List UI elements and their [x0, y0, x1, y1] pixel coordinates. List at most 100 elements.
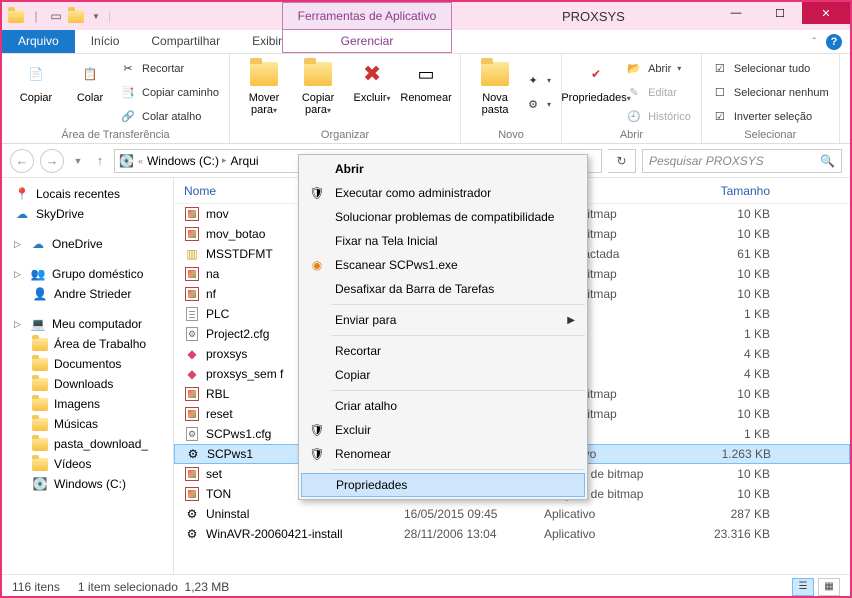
file-icon: ▥ — [184, 246, 200, 262]
copy-button[interactable]: 📄 Copiar — [12, 58, 60, 127]
folder-icon-2[interactable] — [68, 8, 84, 24]
copy-icon: 📄 — [20, 58, 52, 90]
maximize-button[interactable]: ☐ — [758, 2, 802, 24]
properties-icon: ✔ — [580, 58, 612, 90]
tree-desktop[interactable]: Área de Trabalho — [6, 334, 169, 354]
tab-file[interactable]: Arquivo — [2, 30, 75, 53]
tree-onedrive[interactable]: ▷☁OneDrive — [6, 234, 169, 254]
file-row[interactable]: ⚙Uninstal16/05/2015 09:45Aplicativo287 K… — [174, 504, 850, 524]
up-button[interactable]: ↑ — [92, 149, 108, 173]
file-icon: ⚙ — [185, 446, 201, 462]
file-name: set — [206, 467, 222, 481]
ctx-send-to[interactable]: Enviar para▶ — [301, 308, 585, 332]
tab-manage[interactable]: Gerenciar — [282, 30, 452, 53]
tree-images[interactable]: Imagens — [6, 394, 169, 414]
ctx-create-shortcut[interactable]: Criar atalho — [301, 394, 585, 418]
ctx-run-admin[interactable]: 🛡Executar como administrador — [301, 181, 585, 205]
properties-icon[interactable]: ▭ — [48, 8, 64, 24]
folder-icon — [32, 416, 48, 432]
easy-access-button[interactable]: ⚙▾ — [525, 95, 551, 115]
file-size: 10 KB — [694, 487, 784, 501]
recent-dropdown[interactable]: ▼ — [70, 149, 86, 173]
ctx-troubleshoot[interactable]: Solucionar problemas de compatibilidade — [301, 205, 585, 229]
file-name: WinAVR-20060421-install — [206, 527, 343, 541]
move-to-button[interactable]: Mover para▾ — [240, 58, 288, 127]
file-size: 61 KB — [694, 247, 784, 261]
tree-skydrive[interactable]: ☁SkyDrive — [6, 204, 169, 224]
submenu-arrow-icon: ▶ — [567, 315, 575, 326]
ctx-cut[interactable]: Recortar — [301, 339, 585, 363]
select-none-button[interactable]: ☐Selecionar nenhum — [712, 83, 829, 103]
folder-icon — [32, 356, 48, 372]
skydrive-icon: ☁ — [14, 206, 30, 222]
file-size: 10 KB — [694, 207, 784, 221]
file-name: reset — [206, 407, 233, 421]
ctx-rename[interactable]: 🛡Renomear — [301, 442, 585, 466]
select-all-button[interactable]: ☑Selecionar tudo — [712, 59, 829, 79]
ctx-scan[interactable]: ◉Escanear SCPws1.exe — [301, 253, 585, 277]
search-input[interactable]: Pesquisar PROXSYS 🔍 — [642, 149, 842, 173]
help-icon[interactable]: ? — [826, 34, 842, 50]
ctx-properties[interactable]: Propriedades — [301, 473, 585, 497]
ctx-open[interactable]: Abrir — [301, 157, 585, 181]
paste-shortcut-button[interactable]: 🔗Colar atalho — [120, 107, 219, 127]
close-button[interactable]: ✕ — [802, 2, 850, 24]
tree-documents[interactable]: Documentos — [6, 354, 169, 374]
history-icon: 🕘 — [626, 109, 642, 125]
cut-button[interactable]: ✂Recortar — [120, 59, 219, 79]
file-icon — [184, 206, 200, 222]
window-title: PROXSYS — [562, 9, 625, 24]
back-button[interactable]: ← — [10, 149, 34, 173]
tree-c-drive[interactable]: 💽Windows (C:) — [6, 474, 169, 494]
minimize-button[interactable]: — — [714, 2, 758, 24]
copy-path-button[interactable]: 📑Copiar caminho — [120, 83, 219, 103]
properties-button[interactable]: ✔ Propriedades▾ — [572, 58, 620, 127]
tree-downloads[interactable]: Downloads — [6, 374, 169, 394]
view-details-button[interactable]: ☰ — [792, 578, 814, 596]
new-item-icon: ✦ — [525, 73, 541, 89]
file-icon — [184, 406, 200, 422]
search-icon: 🔍 — [820, 154, 835, 168]
computer-icon: 💻 — [30, 316, 46, 332]
new-item-button[interactable]: ✦▾ — [525, 71, 551, 91]
tree-videos[interactable]: Vídeos — [6, 454, 169, 474]
open-icon: 📂 — [626, 61, 642, 77]
ctx-delete[interactable]: 🛡Excluir — [301, 418, 585, 442]
breadcrumb: Arqui — [231, 154, 259, 168]
file-icon — [184, 226, 200, 242]
group-label-organize: Organizar — [240, 127, 450, 143]
invert-selection-button[interactable]: ☑Inverter seleção — [712, 107, 829, 127]
file-size: 10 KB — [694, 267, 784, 281]
tree-homegroup[interactable]: ▷👥Grupo doméstico — [6, 264, 169, 284]
copy-to-button[interactable]: Copiar para▾ — [294, 58, 342, 127]
view-icons-button[interactable]: ▦ — [818, 578, 840, 596]
tab-home[interactable]: Início — [75, 30, 136, 53]
delete-icon: ✖ — [356, 58, 388, 90]
file-type: Aplicativo — [534, 507, 694, 521]
paste-button[interactable]: 📋 Colar — [66, 58, 114, 127]
ctx-unpin-taskbar[interactable]: Desafixar da Barra de Tarefas — [301, 277, 585, 301]
tree-pasta[interactable]: pasta_download_ — [6, 434, 169, 454]
file-row[interactable]: ⚙WinAVR-20060421-install28/11/2006 13:04… — [174, 524, 850, 544]
tree-music[interactable]: Músicas — [6, 414, 169, 434]
col-size[interactable]: Tamanho — [694, 184, 784, 198]
file-name: SCPws1.cfg — [206, 427, 271, 441]
tree-user[interactable]: 👤Andre Strieder — [6, 284, 169, 304]
open-button[interactable]: 📂Abrir ▾ — [626, 59, 691, 79]
new-folder-button[interactable]: Nova pasta — [471, 58, 519, 127]
file-name: mov_botao — [206, 227, 265, 241]
ctx-pin-start[interactable]: Fixar na Tela Inicial — [301, 229, 585, 253]
group-label-clipboard: Área de Transferência — [12, 127, 219, 143]
rename-button[interactable]: ▭ Renomear — [402, 58, 450, 127]
tab-share[interactable]: Compartilhar — [135, 30, 236, 53]
qat-dropdown-icon[interactable]: ▼ — [88, 8, 104, 24]
tree-computer[interactable]: ▷💻Meu computador — [6, 314, 169, 334]
delete-button[interactable]: ✖ Excluir▾ — [348, 58, 396, 127]
tree-recent[interactable]: 📍Locais recentes — [6, 184, 169, 204]
ctx-copy[interactable]: Copiar — [301, 363, 585, 387]
ribbon-collapse-icon[interactable]: ˆ — [813, 37, 816, 48]
forward-button[interactable]: → — [40, 149, 64, 173]
file-name: mov — [206, 207, 229, 221]
refresh-button[interactable]: ↻ — [608, 149, 636, 173]
shield-icon: 🛡 — [309, 446, 325, 462]
